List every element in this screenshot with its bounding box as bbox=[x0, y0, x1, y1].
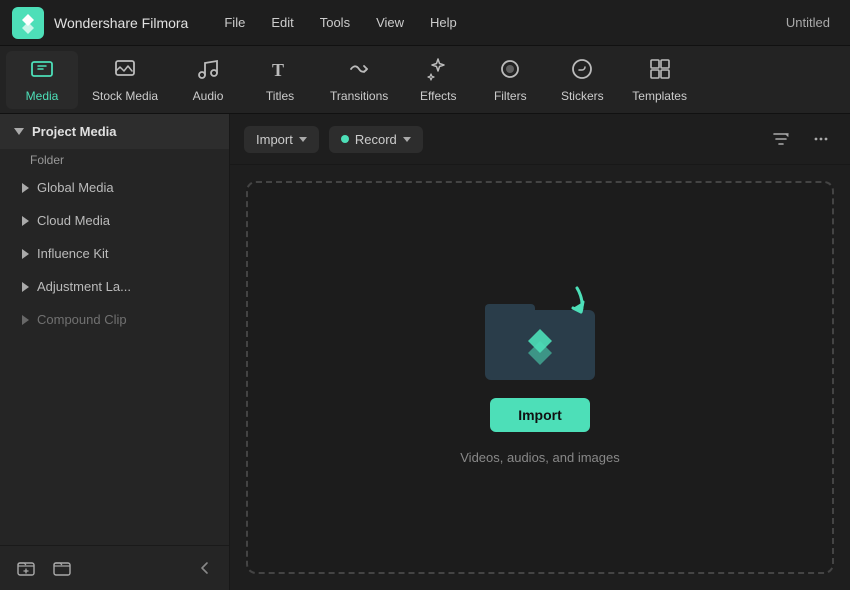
project-media-label: Project Media bbox=[32, 124, 117, 139]
tab-stickers[interactable]: Stickers bbox=[546, 51, 618, 109]
folder-visual bbox=[485, 290, 595, 380]
tab-titles-label: Titles bbox=[266, 89, 294, 103]
import-button-label: Import bbox=[256, 132, 293, 147]
tab-bar: Media Stock Media Audio T Titles bbox=[0, 46, 850, 114]
sidebar-collapse-button[interactable] bbox=[193, 556, 217, 580]
drop-zone-hint: Videos, audios, and images bbox=[460, 450, 619, 465]
filter-sort-button[interactable] bbox=[766, 124, 796, 154]
tab-templates[interactable]: Templates bbox=[618, 51, 701, 109]
audio-icon bbox=[196, 57, 220, 85]
menu-help[interactable]: Help bbox=[418, 11, 469, 34]
tab-titles[interactable]: T Titles bbox=[244, 51, 316, 109]
effects-icon bbox=[426, 57, 450, 85]
filmora-diamond-icon bbox=[520, 325, 560, 370]
tab-transitions-label: Transitions bbox=[330, 89, 388, 103]
app-logo bbox=[12, 7, 44, 39]
svg-text:T: T bbox=[272, 60, 284, 80]
tab-stickers-label: Stickers bbox=[561, 89, 604, 103]
stickers-icon bbox=[570, 57, 594, 85]
sidebar-item-adjustment-layers[interactable]: Adjustment La... bbox=[0, 270, 229, 303]
drop-zone[interactable]: Import Videos, audios, and images bbox=[246, 181, 834, 574]
main-area: Project Media Folder Global Media Cloud … bbox=[0, 114, 850, 590]
transitions-icon bbox=[347, 57, 371, 85]
tab-effects[interactable]: Effects bbox=[402, 51, 474, 109]
menu-edit[interactable]: Edit bbox=[259, 11, 305, 34]
cloud-media-label: Cloud Media bbox=[37, 213, 110, 228]
adjustment-layers-chevron bbox=[22, 282, 29, 292]
project-media-chevron bbox=[14, 128, 24, 135]
tab-stock-media-label: Stock Media bbox=[92, 89, 158, 103]
tab-filters[interactable]: Filters bbox=[474, 51, 546, 109]
templates-icon bbox=[648, 57, 672, 85]
record-button[interactable]: Record bbox=[329, 126, 423, 153]
record-dot-icon bbox=[341, 135, 349, 143]
compound-clip-chevron bbox=[22, 315, 29, 325]
record-button-label: Record bbox=[355, 132, 397, 147]
sidebar-item-cloud-media[interactable]: Cloud Media bbox=[0, 204, 229, 237]
tab-media[interactable]: Media bbox=[6, 51, 78, 109]
window-title: Untitled bbox=[786, 15, 838, 30]
adjustment-layers-label: Adjustment La... bbox=[37, 279, 131, 294]
import-folder-button[interactable] bbox=[48, 554, 76, 582]
drop-zone-import-button[interactable]: Import bbox=[490, 398, 590, 432]
sidebar-footer bbox=[0, 545, 229, 590]
influence-kit-label: Influence Kit bbox=[37, 246, 109, 261]
folder-tab bbox=[485, 304, 535, 318]
import-button[interactable]: Import bbox=[244, 126, 319, 153]
folder-arrow-icon bbox=[551, 286, 587, 331]
menu-view[interactable]: View bbox=[364, 11, 416, 34]
tab-media-label: Media bbox=[26, 89, 59, 103]
titles-icon: T bbox=[268, 57, 292, 85]
stock-media-icon bbox=[113, 57, 137, 85]
app-name: Wondershare Filmora bbox=[54, 15, 188, 31]
menu-bar: File Edit Tools View Help bbox=[212, 11, 786, 34]
tab-stock-media[interactable]: Stock Media bbox=[78, 51, 172, 109]
sidebar-items: Folder Global Media Cloud Media Influenc… bbox=[0, 149, 229, 545]
new-folder-button[interactable] bbox=[12, 554, 40, 582]
tab-transitions[interactable]: Transitions bbox=[316, 51, 402, 109]
sidebar: Project Media Folder Global Media Cloud … bbox=[0, 114, 230, 590]
tab-audio[interactable]: Audio bbox=[172, 51, 244, 109]
filters-icon bbox=[498, 57, 522, 85]
cloud-media-chevron bbox=[22, 216, 29, 226]
tab-filters-label: Filters bbox=[494, 89, 527, 103]
sidebar-folder-label: Folder bbox=[0, 149, 229, 171]
content-toolbar: Import Record bbox=[230, 114, 850, 165]
import-chevron-icon bbox=[299, 137, 307, 142]
global-media-label: Global Media bbox=[37, 180, 114, 195]
sidebar-item-influence-kit[interactable]: Influence Kit bbox=[0, 237, 229, 270]
influence-kit-chevron bbox=[22, 249, 29, 259]
tab-audio-label: Audio bbox=[193, 89, 224, 103]
tab-templates-label: Templates bbox=[632, 89, 687, 103]
menu-file[interactable]: File bbox=[212, 11, 257, 34]
project-media-header[interactable]: Project Media bbox=[0, 114, 229, 149]
menu-tools[interactable]: Tools bbox=[308, 11, 362, 34]
record-chevron-icon bbox=[403, 137, 411, 142]
content-area: Import Record bbox=[230, 114, 850, 590]
compound-clip-label: Compound Clip bbox=[37, 312, 127, 327]
title-bar: Wondershare Filmora File Edit Tools View… bbox=[0, 0, 850, 46]
more-options-button[interactable] bbox=[806, 124, 836, 154]
global-media-chevron bbox=[22, 183, 29, 193]
sidebar-item-compound-clip[interactable]: Compound Clip bbox=[0, 303, 229, 336]
media-icon bbox=[30, 57, 54, 85]
sidebar-item-global-media[interactable]: Global Media bbox=[0, 171, 229, 204]
tab-effects-label: Effects bbox=[420, 89, 456, 103]
